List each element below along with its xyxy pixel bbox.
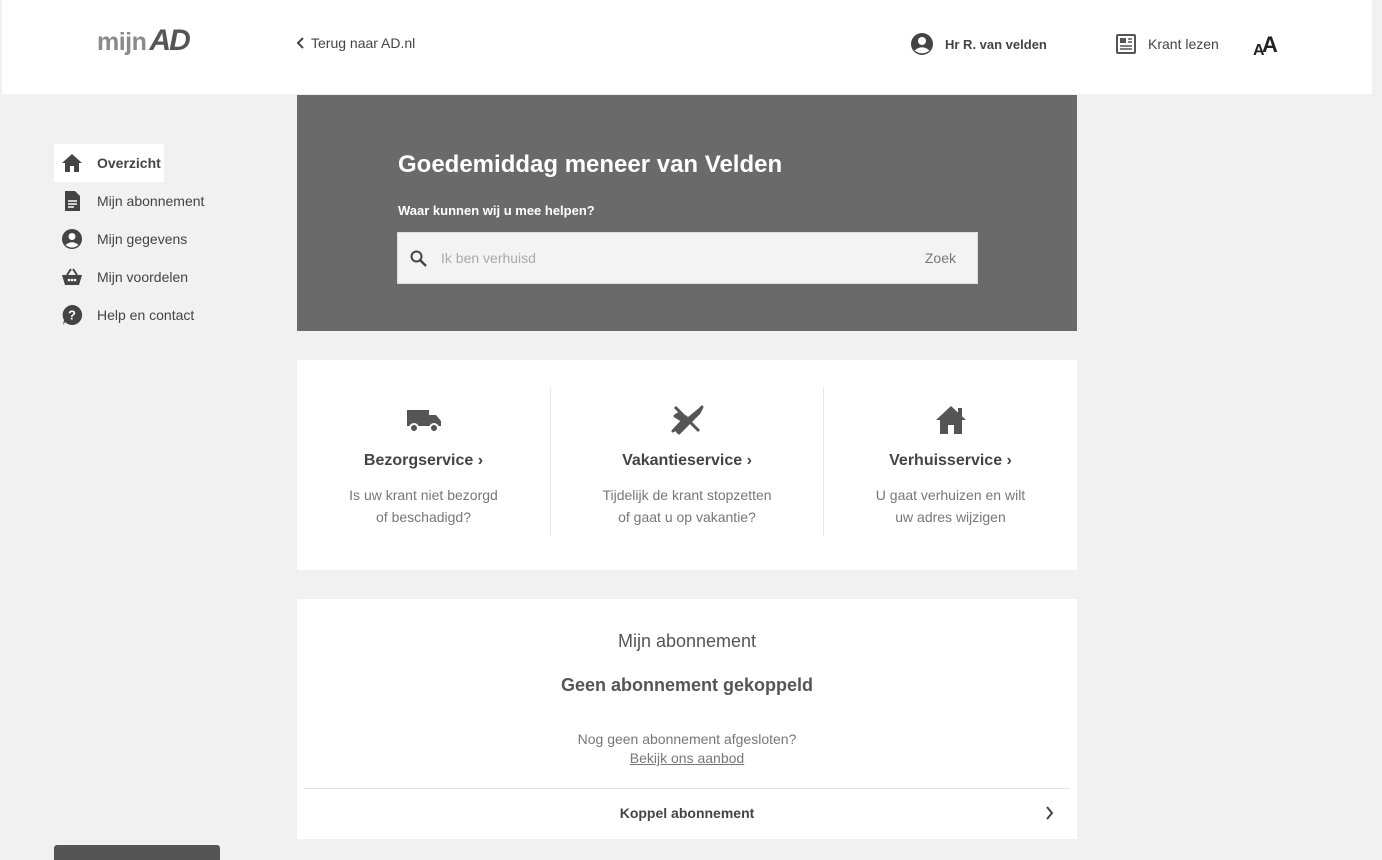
user-name: Hr R. van velden	[945, 36, 1047, 52]
help-icon: ?	[62, 304, 83, 325]
subscription-card: Mijn abonnement Geen abonnement gekoppel…	[297, 599, 1077, 839]
service-verhuisservice[interactable]: Verhuisservice › U gaat verhuizen en wil…	[824, 360, 1077, 570]
greeting-title: Goedemiddag meneer van Velden	[398, 151, 783, 178]
sidebar-item-gegevens[interactable]: Mijn gegevens	[54, 220, 274, 258]
back-link-label: Terug naar AD.nl	[311, 35, 416, 51]
service-description: Tijdelijk de krant stopzetten of gaat u …	[602, 487, 772, 525]
sidebar-item-label: Mijn voordelen	[97, 269, 189, 285]
search-button[interactable]: Zoek	[925, 250, 956, 266]
sidebar-item-label: Mijn abonnement	[97, 193, 205, 209]
user-menu[interactable]: Hr R. van velden	[910, 32, 1047, 56]
logo-ad: AD	[149, 24, 190, 57]
service-description: U gaat verhuizen en wilt uw adres wijzig…	[875, 487, 1026, 525]
service-title: Vakantieservice ›	[622, 452, 752, 469]
basket-icon	[62, 268, 82, 285]
help-search-bar: Zoek	[397, 232, 978, 284]
sidebar-item-voordelen[interactable]: Mijn voordelen	[54, 258, 274, 296]
house-icon	[935, 406, 966, 434]
sidebar-item-abonnement[interactable]: Mijn abonnement	[54, 182, 274, 220]
home-icon	[62, 154, 82, 172]
sidebar-nav: Overzicht Mijn abonnement Mijn gegevens …	[54, 144, 274, 334]
chevron-right-icon	[1046, 806, 1054, 820]
connect-subscription-label: Koppel abonnement	[619, 805, 755, 821]
read-paper-label: Krant lezen	[1148, 36, 1219, 52]
font-size-icon[interactable]: A A	[1252, 30, 1278, 58]
back-to-ad-link[interactable]: Terug naar AD.nl	[296, 35, 415, 51]
sidebar-item-label: Overzicht	[97, 155, 161, 171]
service-bezorgservice[interactable]: Bezorgservice › Is uw krant niet bezorgd…	[297, 360, 550, 570]
service-vakantieservice[interactable]: Vakantieservice › Tijdelijk de krant sto…	[551, 360, 823, 570]
logo-mijn: mijn	[97, 28, 147, 56]
greeting-subtitle: Waar kunnen wij u mee helpen?	[398, 203, 595, 218]
offer-link[interactable]: Bekijk ons aanbod	[630, 750, 744, 766]
newspaper-icon	[1116, 34, 1136, 54]
service-description: Is uw krant niet bezorgd of beschadigd?	[349, 487, 498, 525]
search-icon	[410, 250, 427, 267]
connect-subscription-button[interactable]: Koppel abonnement	[304, 789, 1070, 837]
plane-icon	[671, 405, 704, 435]
account-icon	[62, 229, 82, 249]
truck-icon	[406, 410, 441, 433]
read-paper-link[interactable]: Krant lezen	[1115, 33, 1219, 55]
svg-text:?: ?	[68, 308, 76, 323]
services-card: Bezorgservice › Is uw krant niet bezorgd…	[297, 360, 1077, 570]
no-subscription-question: Nog geen abonnement afgesloten?	[577, 731, 797, 747]
document-icon	[65, 191, 80, 211]
help-search-input[interactable]	[441, 250, 925, 266]
svg-text:A: A	[1262, 32, 1278, 57]
sidebar-item-label: Help en contact	[97, 307, 195, 323]
chevron-left-icon	[296, 37, 304, 49]
subscription-status: Geen abonnement gekoppeld	[560, 675, 814, 695]
subscription-heading: Mijn abonnement	[617, 631, 757, 651]
account-circle-icon	[911, 33, 933, 55]
top-bar: mijn AD Terug naar AD.nl Hr R. van velde…	[2, 0, 1372, 94]
sidebar-item-help[interactable]: ? Help en contact	[54, 296, 274, 334]
sidebar-item-label: Mijn gegevens	[97, 231, 188, 247]
greeting-hero: Goedemiddag meneer van Velden Waar kunne…	[297, 95, 1077, 331]
mijn-ad-logo[interactable]: mijn AD	[97, 24, 191, 58]
feedback-tab[interactable]	[54, 845, 220, 860]
offer-link-wrapper: Bekijk ons aanbod	[297, 750, 1077, 766]
sidebar-item-overzicht[interactable]: Overzicht	[54, 144, 164, 182]
service-title: Bezorgservice ›	[363, 452, 484, 469]
service-title: Verhuisservice ›	[889, 452, 1012, 469]
